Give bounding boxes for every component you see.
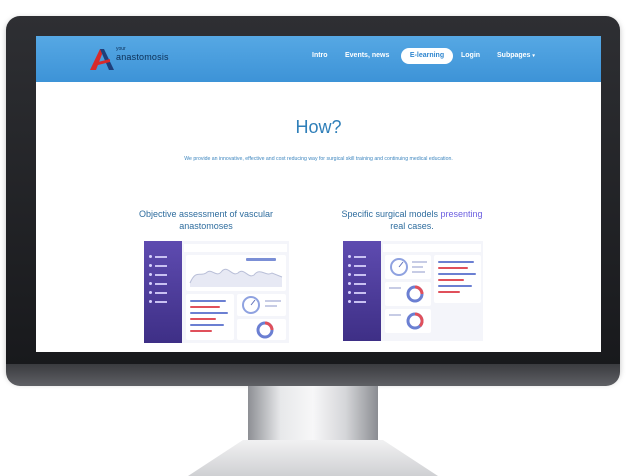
- monitor-screen: your anastomosis Intro Events, news E-le…: [36, 36, 601, 352]
- dashboard-gauge-card: [385, 255, 431, 279]
- gauge-icon: [242, 296, 281, 314]
- nav-subpages[interactable]: Subpages ▾: [497, 52, 535, 59]
- nav-e-learning[interactable]: E-learning: [401, 48, 453, 64]
- section-description: We provide an innovative, effective and …: [184, 156, 453, 162]
- feature-title-models-text: Specific surgical models: [341, 209, 441, 219]
- monitor-stand-base: [188, 440, 438, 476]
- navbar: your anastomosis Intro Events, news E-le…: [36, 36, 601, 82]
- nav-login[interactable]: Login: [461, 52, 480, 59]
- feature-title-assessment-text: Objective assessment of vascular anastom…: [138, 209, 274, 231]
- dashboard-bars-card: [434, 255, 481, 303]
- gauge-icon: [390, 258, 427, 276]
- donut-chart-icon: [389, 285, 424, 303]
- section-title: How?: [295, 117, 342, 137]
- anastomosis-logo-icon[interactable]: [88, 46, 118, 72]
- feature-title-models-accent: presenting: [440, 209, 483, 219]
- nav-events-news[interactable]: Events, news: [345, 52, 389, 59]
- nav-subpages-label: Subpages: [497, 52, 531, 59]
- dashboard-header: [184, 244, 287, 252]
- logo-wordmark: anastomosis: [116, 52, 169, 62]
- area-chart-icon: [189, 258, 283, 287]
- feature-title-models-end: real cases.: [390, 221, 434, 231]
- dashboard-sidebar: [144, 241, 182, 343]
- donut-chart-icon: [256, 321, 274, 339]
- dashboard-donut-card: [385, 309, 431, 333]
- dashboard-sidebar: [343, 241, 381, 341]
- dashboard-chart-card: [186, 255, 286, 291]
- dashboard-screenshot-assessment: [144, 241, 289, 343]
- dashboard-screenshot-models: [343, 241, 483, 341]
- donut-chart-icon: [389, 312, 424, 330]
- dashboard-donut-card: [385, 282, 431, 306]
- dashboard-bars-card: [186, 294, 234, 340]
- monitor-chin: [6, 364, 620, 386]
- feature-title-models: Specific surgical models presenting real…: [322, 208, 502, 232]
- monitor-stand-neck: [248, 386, 378, 444]
- dashboard-gauge-card: [237, 294, 286, 316]
- dashboard-donut-card: [237, 319, 286, 340]
- nav-intro[interactable]: Intro: [312, 52, 328, 59]
- dashboard-header: [383, 244, 481, 252]
- feature-title-assessment: Objective assessment of vascular anastom…: [116, 208, 296, 232]
- chevron-down-icon: ▾: [532, 53, 535, 59]
